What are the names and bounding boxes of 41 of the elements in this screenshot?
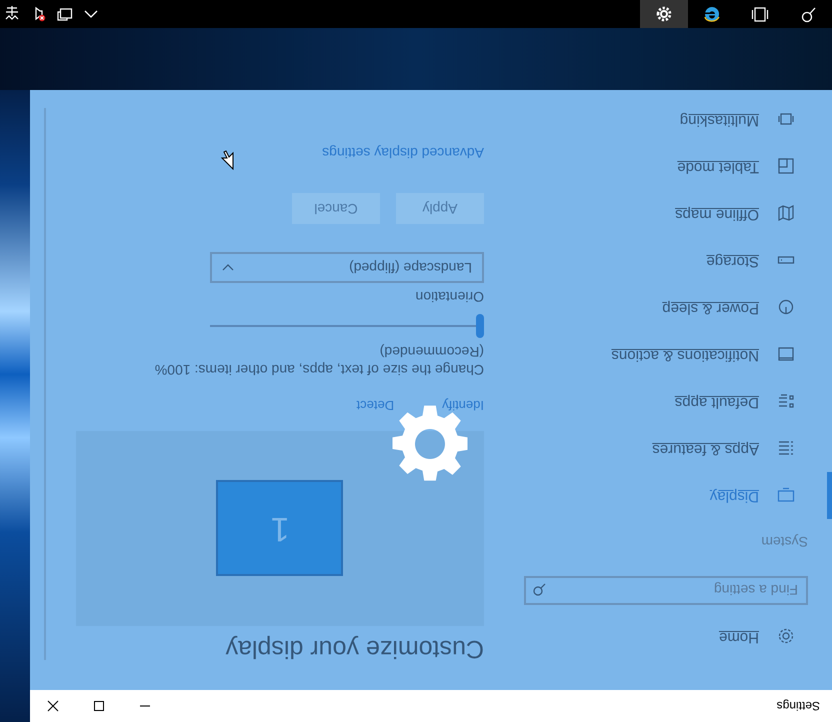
sidebar-item[interactable]: Power & sleep	[502, 284, 832, 331]
network-icon[interactable]	[57, 6, 73, 22]
maximize-icon	[93, 700, 105, 712]
task-view-icon	[751, 5, 769, 23]
scale-label: Change the size of text, apps, and other items: 100% (Recommended)	[154, 342, 484, 380]
sidebar-item[interactable]: Apps & features	[502, 425, 832, 472]
sidebar-item[interactable]: Storage	[502, 237, 832, 284]
sidebar-item[interactable]: Default apps	[502, 378, 832, 425]
text-link[interactable]: Detect	[356, 396, 394, 415]
search-field[interactable]: Find a setting	[524, 576, 808, 605]
slider-thumb[interactable]	[476, 314, 484, 338]
home-link[interactable]: Home	[502, 613, 832, 660]
sidebar-item[interactable]: Notifications & actions	[502, 331, 832, 378]
search-icon	[799, 5, 817, 23]
taskbar-button[interactable]	[640, 0, 688, 28]
panel-icon	[777, 346, 795, 364]
browser-icon	[703, 5, 721, 23]
monitor-icon	[777, 486, 795, 504]
sidebar-item[interactable]: Offline maps	[502, 190, 832, 237]
sidebar-item[interactable]: Tablet mode	[502, 143, 832, 190]
list-icon	[777, 440, 795, 458]
advanced-settings-link[interactable]: Advanced display settings	[82, 142, 484, 163]
settings-icon	[655, 5, 673, 23]
power-icon	[777, 298, 795, 316]
gear-icon	[777, 628, 795, 646]
sidebar-item[interactable]: Display	[502, 472, 832, 519]
tablet-icon	[777, 158, 795, 176]
orientation-dropdown[interactable]: Landscape (flipped)	[210, 252, 484, 283]
sidebar-item[interactable]: Multitasking	[502, 96, 832, 143]
mouse-pointer-icon	[220, 150, 234, 170]
map-icon	[777, 204, 795, 222]
close-icon	[47, 700, 59, 712]
page-heading: Customize your display	[224, 634, 484, 664]
section-heading: System	[760, 533, 809, 552]
text-link[interactable]: Identify	[442, 396, 484, 415]
chevron-down-icon	[222, 263, 234, 272]
keyboard-icon[interactable]	[5, 6, 21, 22]
list-icon	[777, 392, 795, 410]
search-icon	[532, 583, 546, 597]
window-title: Settings	[776, 698, 820, 715]
orientation-label: Orientation	[414, 288, 484, 306]
